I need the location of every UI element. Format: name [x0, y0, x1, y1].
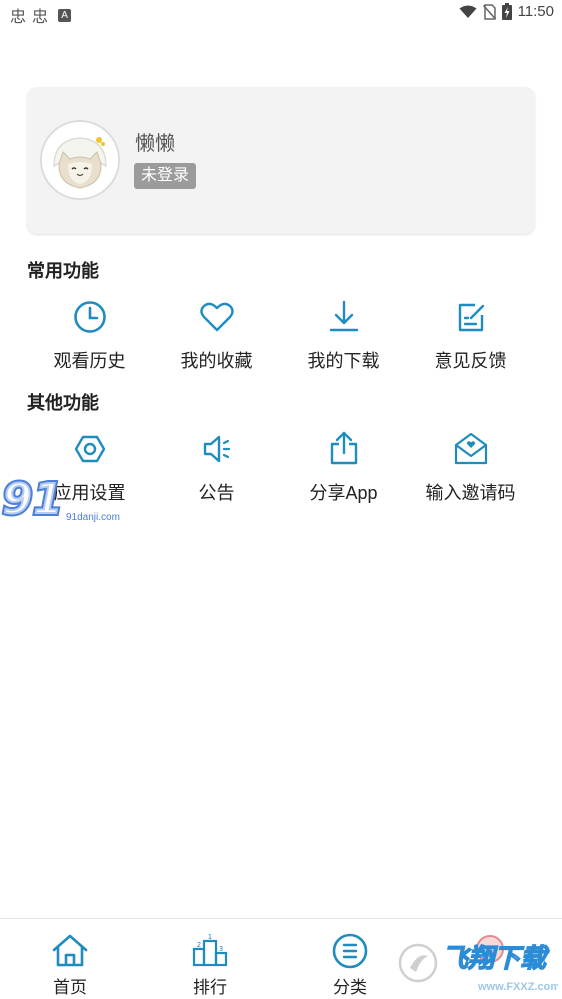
invite-code-label: 输入邀请码 — [425, 483, 516, 503]
invite-code-button[interactable]: 输入邀请码 — [407, 429, 534, 505]
nav-home[interactable]: 首页 — [20, 931, 120, 998]
my-downloads-button[interactable]: 我的下载 — [280, 297, 407, 373]
share-icon — [330, 431, 357, 465]
username: 懒懒 — [135, 133, 175, 155]
svg-text:1: 1 — [208, 933, 212, 941]
a-badge-icon: A — [58, 8, 72, 22]
nav-category[interactable]: 分类 — [300, 931, 400, 998]
profile-card[interactable]: 懒懒 未登录 — [27, 87, 535, 234]
share-app-button[interactable]: 分享App — [280, 429, 407, 505]
feedback-button[interactable]: 意见反馈 — [407, 297, 534, 373]
status-bar: 忠 忠 A 11:50 — [0, 0, 562, 26]
nav-ranking[interactable]: 1 2 3 排行 — [160, 931, 260, 998]
home-icon — [52, 934, 88, 967]
watermark-91-url: 91danji.com — [66, 512, 120, 523]
watermark-fxxz-logo: 飞翔下载 www.FXXZ.com — [398, 943, 558, 993]
download-icon — [329, 300, 358, 332]
share-app-label: 分享App — [309, 483, 378, 503]
no-sim-icon — [482, 3, 496, 20]
watch-history-label: 观看历史 — [53, 351, 126, 371]
list-circle-icon — [332, 933, 368, 969]
nav-home-label: 首页 — [53, 978, 87, 997]
feedback-label: 意见反馈 — [434, 351, 507, 371]
settings-hexagon-icon — [74, 435, 105, 463]
my-favorites-button[interactable]: 我的收藏 — [153, 297, 280, 373]
clock-icon — [73, 301, 106, 333]
edit-icon — [458, 303, 484, 332]
heart-icon — [199, 302, 234, 332]
avatar[interactable] — [40, 120, 120, 200]
common-functions-title: 常用功能 — [27, 261, 99, 281]
clock-time: 11:50 — [517, 3, 554, 20]
cat-avatar-icon — [42, 122, 118, 198]
speaker-icon — [203, 435, 230, 463]
watermark-fxxz-text: 飞翔下载 — [442, 944, 550, 974]
watermark-91-text-fill: 91 — [2, 474, 63, 525]
other-functions-title: 其他功能 — [27, 393, 99, 413]
svg-text:2: 2 — [197, 941, 201, 949]
battery-charging-icon — [501, 3, 512, 20]
status-bar-right: 11:50 — [459, 3, 554, 20]
status-bar-left: 忠 忠 A — [10, 3, 72, 27]
nav-ranking-label: 排行 — [193, 978, 227, 997]
watch-history-button[interactable]: 观看历史 — [26, 297, 153, 373]
announcement-button[interactable]: 公告 — [153, 429, 280, 505]
wifi-icon — [459, 5, 477, 18]
podium-icon: 1 2 3 — [192, 933, 228, 967]
svg-text:3: 3 — [219, 945, 223, 953]
watermark-91-logo: 91 91 91danji.com — [0, 472, 120, 527]
my-downloads-label: 我的下载 — [307, 351, 380, 371]
nav-category-label: 分类 — [333, 978, 367, 997]
watermark-fxxz-url: www.FXXZ.com — [477, 981, 558, 993]
announcement-label: 公告 — [198, 483, 235, 503]
my-favorites-label: 我的收藏 — [180, 351, 253, 371]
envelope-heart-icon — [454, 432, 487, 465]
notification-glyph: 忠 — [32, 7, 49, 26]
login-status-badge[interactable]: 未登录 — [134, 163, 197, 189]
notification-glyph: 忠 — [10, 7, 27, 26]
